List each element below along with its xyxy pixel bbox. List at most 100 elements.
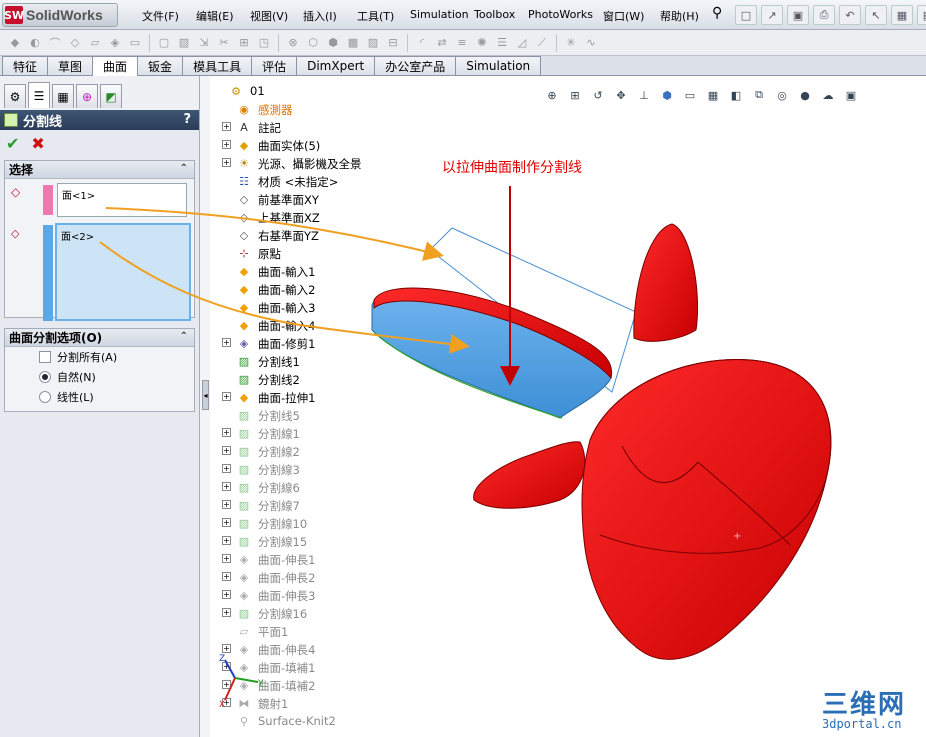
configuration-manager-tab-icon[interactable]: ▦	[52, 84, 74, 108]
cone-surface-body[interactable]	[633, 223, 699, 342]
expand-icon[interactable]: +	[222, 158, 231, 167]
faces-to-split-field[interactable]: 面<1>	[57, 183, 187, 217]
zoom-to-area-icon[interactable]: ⊞	[566, 86, 584, 104]
tree-item[interactable]: + ◈ 曲面-伸長3	[214, 586, 514, 604]
move-face-icon[interactable]: ⇄	[433, 34, 451, 52]
tree-item[interactable]: + ▨ 分割線7	[214, 496, 514, 514]
rebuild-icon[interactable]: ▦	[891, 5, 913, 25]
expand-icon[interactable]: +	[222, 698, 231, 707]
expand-icon[interactable]: +	[222, 464, 231, 473]
tree-item[interactable]: + ◈ 曲面-填補1	[214, 658, 514, 676]
extend-surface-icon[interactable]: ⇲	[195, 34, 213, 52]
expand-icon[interactable]: +	[222, 500, 231, 509]
view-settings-icon[interactable]: ▣	[842, 86, 860, 104]
trim-surface-icon[interactable]: ✂	[215, 34, 233, 52]
delete-face-icon[interactable]: ⊗	[284, 34, 302, 52]
tree-item[interactable]: ◆ 曲面-輸入3	[214, 298, 514, 316]
tree-item[interactable]: ◇ 前基準面XY	[214, 190, 514, 208]
tree-item[interactable]: + ◆ 曲面实体(5)	[214, 136, 514, 154]
split-all-checkbox[interactable]	[39, 351, 51, 363]
swept-surface-icon[interactable]: ⌒	[46, 34, 64, 52]
freeform-icon[interactable]: ☰	[493, 34, 511, 52]
realview-icon[interactable]: ☁	[819, 86, 837, 104]
tree-item[interactable]: ⚲ Surface-Knit2	[214, 712, 514, 730]
dimxpert-manager-tab-icon[interactable]: ⊕	[76, 84, 98, 108]
expand-icon[interactable]: +	[222, 662, 231, 671]
expand-icon[interactable]: +	[222, 428, 231, 437]
tree-item[interactable]: ◉ 感測器	[214, 100, 514, 118]
tree-item[interactable]: + ▨ 分割線1	[214, 424, 514, 442]
planar-surface-icon[interactable]: ▭	[126, 34, 144, 52]
expand-icon[interactable]: +	[222, 590, 231, 599]
menu-help[interactable]: 帮助(H)	[660, 8, 699, 24]
natural-radio[interactable]	[39, 371, 51, 383]
tree-item[interactable]: ⚙ 01	[206, 82, 514, 100]
app-logo[interactable]: SW SolidWorks	[2, 3, 118, 27]
appearance-icon[interactable]: ◎	[773, 86, 791, 104]
filled-surface-icon[interactable]: ◈	[106, 34, 124, 52]
tree-item[interactable]: ▨ 分割线5	[214, 406, 514, 424]
tree-item[interactable]: ◇ 右基準面YZ	[214, 226, 514, 244]
expand-icon[interactable]: +	[222, 392, 231, 401]
tab-office-products[interactable]: 办公室产品	[374, 56, 457, 75]
display-style-icon[interactable]: ◧	[727, 86, 745, 104]
menu-edit[interactable]: 编辑(E)	[196, 8, 234, 24]
tree-item[interactable]: + ▨ 分割線3	[214, 460, 514, 478]
print-icon[interactable]: ⎙	[813, 5, 835, 25]
cup-split-edge-2[interactable]	[697, 461, 791, 546]
offset-surface-icon[interactable]: ▢	[155, 34, 173, 52]
expand-icon[interactable]: +	[222, 572, 231, 581]
section-view-icon[interactable]: ⊥	[635, 86, 653, 104]
tree-item[interactable]: ◇ 上基準面XZ	[214, 208, 514, 226]
tree-item[interactable]: ⊹ 原點	[214, 244, 514, 262]
thickened-cut-icon[interactable]: ▨	[364, 34, 382, 52]
tree-item[interactable]: + ▨ 分割線6	[214, 478, 514, 496]
cut-with-surface-icon[interactable]: ⊟	[384, 34, 402, 52]
ruled-surface-icon[interactable]: ▧	[175, 34, 193, 52]
untrim-surface-icon[interactable]: ◳	[255, 34, 273, 52]
collapse-icon[interactable]: ⌃	[180, 163, 188, 174]
tree-item[interactable]: + A 註記	[214, 118, 514, 136]
extruded-surface-icon[interactable]: ◆	[6, 34, 24, 52]
menu-photoworks[interactable]: PhotoWorks	[528, 8, 593, 21]
split-options-header[interactable]: 曲面分割选项(O) ⌃	[5, 329, 194, 347]
reference-geometry-icon[interactable]: ✳	[562, 34, 580, 52]
tree-item[interactable]: ▨ 分割线1	[214, 352, 514, 370]
split-all-option[interactable]: 分割所有(A)	[5, 347, 194, 367]
menu-view[interactable]: 视图(V)	[250, 8, 288, 24]
ok-button[interactable]: ✔	[6, 134, 19, 153]
open-icon[interactable]: ↗	[761, 5, 783, 25]
cup-split-edge-1[interactable]	[621, 445, 699, 484]
fillet-icon[interactable]: ◜	[413, 34, 431, 52]
linear-option[interactable]: 线性(L)	[5, 387, 194, 407]
splitting-tool-field[interactable]: 面<2>	[55, 223, 191, 321]
tab-features[interactable]: 特征	[2, 56, 49, 75]
tab-surfaces[interactable]: 曲面	[92, 56, 139, 76]
tree-item[interactable]: ▱ 平面1	[214, 622, 514, 640]
tab-sheet-metal[interactable]: 钣金	[137, 56, 184, 75]
tree-item[interactable]: ◆ 曲面-輸入4	[214, 316, 514, 334]
delete-hole-icon[interactable]: ⬢	[324, 34, 342, 52]
menu-file[interactable]: 文件(F)	[142, 8, 179, 24]
selection-group-header[interactable]: 选择 ⌃	[5, 161, 194, 179]
tree-item[interactable]: + ▨ 分割線15	[214, 532, 514, 550]
tree-item[interactable]: + ◆ 曲面-拉伸1	[214, 388, 514, 406]
tree-item[interactable]: + ▨ 分割線16	[214, 604, 514, 622]
cancel-button[interactable]: ✖	[31, 134, 44, 153]
pin-icon[interactable]: ⚲	[712, 5, 722, 21]
menu-insert[interactable]: 插入(I)	[303, 8, 337, 24]
help-icon[interactable]: ?	[183, 112, 191, 127]
expand-icon[interactable]: +	[222, 338, 231, 347]
expand-icon[interactable]: +	[222, 482, 231, 491]
linear-radio[interactable]	[39, 391, 51, 403]
expand-icon[interactable]: +	[222, 140, 231, 149]
tab-dimxpert[interactable]: DimXpert	[296, 56, 376, 75]
thicken-icon[interactable]: ▩	[344, 34, 362, 52]
select-icon[interactable]: ↖	[865, 5, 887, 25]
tab-mold-tools[interactable]: 模具工具	[182, 56, 253, 75]
pan-icon[interactable]: ✥	[612, 86, 630, 104]
tree-item[interactable]: ◆ 曲面-輸入1	[214, 262, 514, 280]
tab-sketch[interactable]: 草图	[47, 56, 94, 75]
view-orientation-icon[interactable]: ▭	[681, 86, 699, 104]
menu-toolbox[interactable]: Toolbox	[474, 8, 515, 21]
